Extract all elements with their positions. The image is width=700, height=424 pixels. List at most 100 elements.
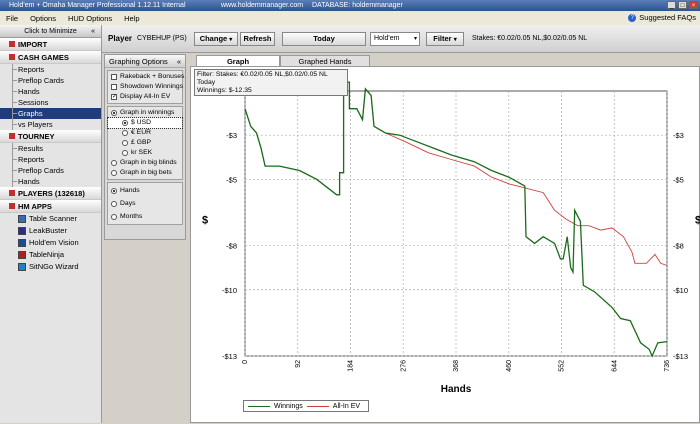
sidebar-item-reports[interactable]: Reports — [0, 64, 101, 75]
app-label: SitNGo Wizard — [29, 262, 79, 271]
x-tick-label: 736 — [664, 360, 671, 372]
sidebar-item-tourney-hands[interactable]: Hands — [0, 176, 101, 187]
radio-button — [111, 213, 117, 220]
radio-label: Months — [120, 212, 143, 220]
rakeback-checkbox[interactable]: Rakeback + Bonuses — [108, 72, 184, 82]
maximize-window-button[interactable]: □ — [678, 1, 687, 9]
hm-apps-icon — [9, 203, 15, 209]
site-link[interactable]: www.holdemmanager.com — [221, 0, 303, 11]
checkbox-box — [111, 74, 117, 80]
game-type-select[interactable]: Hold'em ▾ — [370, 32, 420, 46]
y-tick-label-left: -$3 — [226, 131, 237, 140]
x-tick-label: 460 — [506, 360, 513, 372]
app-title: Hold'em + Omaha Manager Professional 1.1… — [9, 2, 186, 9]
sidebar-item-vs-players[interactable]: vs Players — [0, 119, 101, 130]
radio-label: Graph in big bets — [120, 169, 172, 176]
table-scanner-icon — [18, 215, 26, 223]
app-table-scanner[interactable]: Table Scanner — [0, 213, 101, 225]
change-player-button[interactable]: Change ▾ — [194, 32, 238, 46]
radio-label: £ GBP — [131, 139, 152, 146]
graph-tabs: Graph Graphed Hands — [190, 54, 700, 66]
tourney-icon — [9, 133, 15, 139]
graph-in-big-bets-radio[interactable]: Graph in big bets — [108, 168, 182, 178]
radio-button — [111, 110, 117, 116]
showdown-winnings-checkbox[interactable]: Showdown Winnings — [108, 82, 184, 92]
sidebar-item-graphs[interactable]: Graphs — [0, 108, 101, 119]
y-tick-label-right: -$10 — [673, 286, 688, 295]
y-tick-label-right: -$13 — [673, 352, 688, 361]
currency-eur-radio[interactable]: € EUR — [108, 128, 182, 138]
menu-help[interactable]: Help — [118, 14, 145, 23]
app-holdem-vision[interactable]: Hold'em Vision — [0, 237, 101, 249]
filter-date: Today — [197, 79, 216, 86]
sidebar-item-tourney-results[interactable]: Results — [0, 143, 101, 154]
import-icon — [9, 41, 15, 47]
app-tableninja[interactable]: TableNinja — [0, 249, 101, 261]
app-label: Table Scanner — [29, 214, 77, 223]
menu-hud-options[interactable]: HUD Options — [62, 14, 118, 23]
legend-swatch-winnings — [248, 405, 270, 407]
x-axis-hands-radio[interactable]: Hands — [108, 184, 182, 197]
minimize-window-button[interactable]: _ — [667, 1, 676, 9]
sidebar-item-tourney-reports[interactable]: Reports — [0, 154, 101, 165]
graph-in-winnings-radio[interactable]: Graph in winnings — [108, 108, 182, 118]
import-label: IMPORT — [18, 39, 48, 49]
menu-bar: File Options HUD Options Help ? Suggeste… — [0, 11, 700, 25]
sidebar-section-import[interactable]: IMPORT — [0, 38, 101, 51]
sidebar-item-hands[interactable]: Hands — [0, 86, 101, 97]
x-tick-label: 184 — [348, 360, 355, 372]
graphing-options-header[interactable]: Graphing Options « — [105, 55, 185, 68]
currency-gbp-radio[interactable]: £ GBP — [108, 138, 182, 148]
x-tick-label: 644 — [611, 360, 618, 372]
x-tick-label: 276 — [400, 360, 407, 372]
app-leakbuster[interactable]: LeakBuster — [0, 225, 101, 237]
currency-sek-radio[interactable]: kr SEK — [108, 148, 182, 158]
sidebar-section-tourney[interactable]: TOURNEY — [0, 130, 101, 143]
database-label: DATABASE: holdemmanager — [312, 2, 403, 9]
close-window-button[interactable]: × — [689, 1, 698, 9]
suggested-faqs-link[interactable]: ? Suggested FAQs — [628, 11, 696, 25]
sidebar-item-sessions[interactable]: Sessions — [0, 97, 101, 108]
sidebar-section-players[interactable]: PLAYERS (132618) — [0, 187, 101, 200]
winnings-chart: 0 92 184 276 368 460 552 644 736 -$3 -$3 -$5 -$5 -$8 -… — [202, 81, 700, 395]
app-label: TableNinja — [29, 250, 65, 259]
sidebar-section-cash-games[interactable]: CASH GAMES — [0, 51, 101, 64]
x-tick-label: 92 — [295, 360, 302, 368]
minimize-sidebar-button[interactable]: Click to Minimize « — [0, 25, 101, 38]
legend-allin-ev: All-In EV — [332, 402, 361, 410]
sidebar-item-preflop-cards[interactable]: Preflop Cards — [0, 75, 101, 86]
refresh-button[interactable]: Refresh — [240, 32, 275, 46]
minimize-label: Click to Minimize — [24, 28, 77, 35]
player-name: CYBEHUP (PS) — [137, 35, 187, 42]
display-allin-ev-checkbox[interactable]: ✓ Display All-In EV — [108, 92, 182, 102]
menu-file[interactable]: File — [0, 14, 24, 23]
suggested-faqs-label: Suggested FAQs — [639, 13, 696, 22]
menu-options[interactable]: Options — [24, 14, 62, 23]
app-sitngo-wizard[interactable]: SitNGo Wizard — [0, 261, 101, 273]
y-axis-label-right: $ — [695, 215, 700, 227]
x-axis-months-radio[interactable]: Months — [108, 210, 182, 223]
filter-info-box: Filter: Stakes: €0.02/0.05 NL,$0.02/0.05… — [194, 69, 348, 96]
checkbox-label: Showdown Winnings — [120, 83, 184, 90]
player-label: Player — [108, 34, 133, 43]
graphing-options-title: Graphing Options — [109, 57, 168, 66]
sidebar-item-tourney-preflop-cards[interactable]: Preflop Cards — [0, 165, 101, 176]
y-tick-label-left: -$10 — [222, 286, 237, 295]
x-axis-days-radio[interactable]: Days — [108, 197, 182, 210]
x-axis-label: Hands — [441, 384, 472, 395]
sidebar-section-hm-apps[interactable]: HM APPS — [0, 200, 101, 213]
chevron-down-icon: ▾ — [229, 37, 233, 43]
currency-usd-radio[interactable]: $ USD — [107, 117, 183, 129]
tab-graphed-hands[interactable]: Graphed Hands — [280, 55, 370, 66]
radio-label: Days — [120, 199, 136, 207]
today-button[interactable]: Today — [282, 32, 366, 46]
y-axis-label-left: $ — [202, 215, 208, 227]
filter-label: Filter — [433, 34, 452, 43]
x-tick-label: 368 — [453, 360, 460, 372]
filter-button[interactable]: Filter ▾ — [426, 32, 464, 46]
y-tick-label-right: -$3 — [673, 131, 684, 140]
tab-graph[interactable]: Graph — [196, 55, 280, 66]
y-tick-label-left: -$13 — [222, 352, 237, 361]
help-icon: ? — [628, 14, 637, 22]
graph-in-big-blinds-radio[interactable]: Graph in big blinds — [108, 158, 182, 168]
